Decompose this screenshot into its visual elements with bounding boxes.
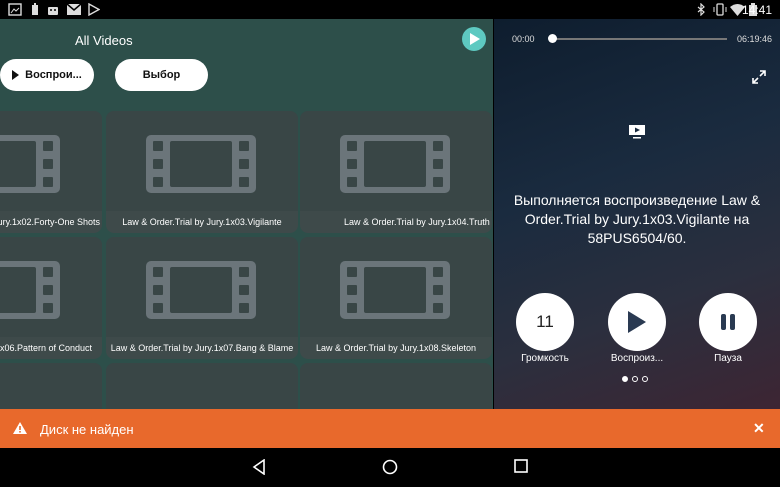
video-thumbnail xyxy=(0,111,102,211)
bluetooth-icon xyxy=(697,3,705,16)
video-tile[interactable]: Law & Order.Trial by Jury.1x08.Skeleton xyxy=(300,237,492,359)
android-icon xyxy=(48,7,58,15)
video-tile[interactable]: x06.Pattern of Conduct xyxy=(0,237,102,359)
select-button[interactable]: Выбор xyxy=(115,59,208,91)
film-icon xyxy=(0,261,60,319)
play-icon xyxy=(12,70,20,80)
pause-label: Пауза xyxy=(714,353,742,364)
video-tile[interactable] xyxy=(106,363,298,409)
video-title: Jury.1x02.Forty-One Shots xyxy=(0,217,100,227)
video-thumbnail xyxy=(106,111,298,211)
video-tile[interactable] xyxy=(300,363,492,409)
select-button-label: Выбор xyxy=(142,69,181,81)
status-bar: 14:41 xyxy=(0,0,780,19)
film-icon xyxy=(146,261,256,319)
video-tile[interactable]: Law & Order.Trial by Jury.1x07.Bang & Bl… xyxy=(106,237,298,359)
close-icon[interactable]: ✕ xyxy=(753,420,765,437)
play-label: Воспроиз... xyxy=(610,353,664,364)
play-button-label: Воспрои... xyxy=(25,69,82,81)
volume-label: Громкость xyxy=(521,353,569,364)
library-title: All Videos xyxy=(75,33,133,48)
video-title: Law & Order.Trial by Jury.1x08.Skeleton xyxy=(315,343,477,353)
play-button-large[interactable] xyxy=(608,293,666,351)
film-icon xyxy=(0,135,60,193)
pause-icon xyxy=(721,314,735,330)
video-thumbnail xyxy=(106,237,298,337)
now-playing-message: Выполняется воспроизведение Law & Order.… xyxy=(513,192,761,246)
clock: 14:41 xyxy=(741,3,772,17)
video-tile[interactable]: Law & Order.Trial by Jury.1x03.Vigilante xyxy=(106,111,298,233)
player-panel: 00:00 06:19:46 Выполняется воспроизведен… xyxy=(494,19,780,409)
video-title: Law & Order.Trial by Jury.1x04.Truth o xyxy=(344,217,492,227)
error-snackbar: Диск не найден ✕ xyxy=(0,409,780,448)
elapsed-time: 00:00 xyxy=(512,34,535,44)
page-indicator xyxy=(622,369,652,387)
pause-button[interactable] xyxy=(699,293,757,351)
seek-bar[interactable] xyxy=(551,38,727,40)
video-tile[interactable]: Jury.1x02.Forty-One Shots xyxy=(0,111,102,233)
page-dot xyxy=(632,376,638,382)
back-icon[interactable] xyxy=(252,459,266,475)
play-button[interactable]: Воспрои... xyxy=(0,59,94,91)
vibrate-icon xyxy=(713,3,727,16)
page-dot xyxy=(642,376,648,382)
play-all-fab[interactable] xyxy=(462,27,486,51)
film-icon xyxy=(146,135,256,193)
video-tile[interactable] xyxy=(0,363,102,409)
video-library-panel: All Videos Воспрои... Выбор Jury.1x02.Fo… xyxy=(0,19,493,409)
page-dot xyxy=(622,376,628,382)
fullscreen-icon[interactable] xyxy=(752,70,766,84)
video-thumbnail xyxy=(300,237,492,337)
video-title: Law & Order.Trial by Jury.1x07.Bang & Bl… xyxy=(110,343,294,353)
video-thumbnail xyxy=(300,111,492,211)
recents-icon[interactable] xyxy=(514,459,528,473)
gmail-icon xyxy=(67,3,81,15)
tv-cast-icon xyxy=(629,125,645,139)
seek-thumb[interactable] xyxy=(548,34,557,43)
video-thumbnail xyxy=(0,237,102,337)
navigation-bar xyxy=(0,448,780,487)
gallery-icon xyxy=(8,3,22,16)
play-store-icon xyxy=(88,3,100,16)
duration: 06:19:46 xyxy=(736,34,772,44)
volume-button[interactable]: 11 xyxy=(516,293,574,351)
video-title: Law & Order.Trial by Jury.1x03.Vigilante xyxy=(122,217,282,227)
snackbar-text: Диск не найден xyxy=(40,422,134,437)
film-icon xyxy=(340,261,450,319)
play-icon xyxy=(628,311,646,333)
video-tile[interactable]: Law & Order.Trial by Jury.1x04.Truth o xyxy=(300,111,492,233)
play-icon xyxy=(470,33,480,45)
warning-icon xyxy=(13,422,27,434)
home-icon[interactable] xyxy=(382,459,398,475)
volume-value: 11 xyxy=(536,312,554,331)
film-icon xyxy=(340,135,450,193)
battery-saver-icon xyxy=(32,3,38,15)
video-title: x06.Pattern of Conduct xyxy=(0,343,92,353)
